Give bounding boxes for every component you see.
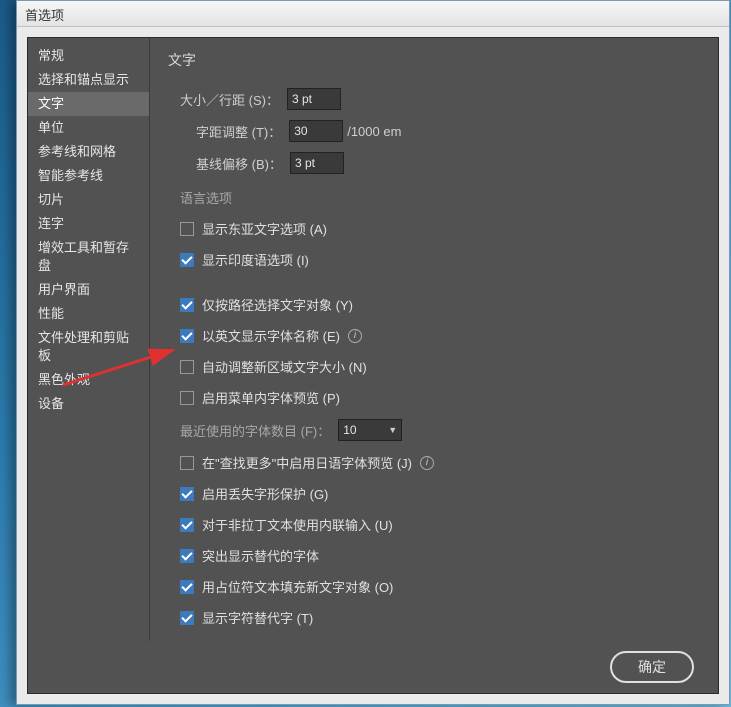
sidebar-item-file-clipboard[interactable]: 文件处理和剪贴板: [28, 326, 149, 368]
sidebar-item-selection[interactable]: 选择和锚点显示: [28, 68, 149, 92]
label-missing-glyph: 启用丢失字形保护 (G): [202, 484, 328, 503]
field-baseline: 基线偏移 (B)：: [168, 152, 700, 174]
label-show-alt-glyph: 显示字符替代字 (T): [202, 608, 313, 627]
window-title: 首选项: [25, 8, 64, 23]
label-auto-size-area: 自动调整新区域文字大小 (N): [202, 357, 367, 376]
sidebar-item-hyphenation[interactable]: 连字: [28, 212, 149, 236]
row-auto-size-area: 自动调整新区域文字大小 (N): [168, 351, 700, 382]
checkbox-east-asian[interactable]: [180, 222, 194, 236]
checkbox-show-alt-glyph[interactable]: [180, 611, 194, 625]
row-inline-input: 对于非拉丁文本使用内联输入 (U): [168, 509, 700, 540]
input-size-leading[interactable]: [287, 88, 341, 110]
select-recent-fonts[interactable]: 10 ▼: [338, 419, 402, 441]
checkbox-jp-preview[interactable]: [180, 456, 194, 470]
checkbox-inline-input[interactable]: [180, 518, 194, 532]
row-jp-preview: 在"查找更多"中启用日语字体预览 (J) i: [168, 447, 700, 478]
label-path-only: 仅按路径选择文字对象 (Y): [202, 295, 353, 314]
row-highlight-alt: 突出显示替代的字体: [168, 540, 700, 571]
input-tracking[interactable]: [289, 120, 343, 142]
sidebar-item-guides[interactable]: 参考线和网格: [28, 140, 149, 164]
info-icon[interactable]: i: [348, 329, 362, 343]
label-tracking: 字距调整 (T)：: [196, 122, 281, 141]
label-language-options: 语言选项: [180, 188, 700, 207]
label-size-leading: 大小／行距 (S)：: [180, 90, 279, 109]
row-english-fontname: 以英文显示字体名称 (E) i: [168, 320, 700, 351]
content-row: 常规 选择和锚点显示 文字 单位 参考线和网格 智能参考线 切片 连字 增效工具…: [28, 38, 718, 641]
preferences-dialog: 首选项 常规 选择和锚点显示 文字 单位 参考线和网格 智能参考线 切片 连字 …: [16, 0, 730, 705]
label-inline-input: 对于非拉丁文本使用内联输入 (U): [202, 515, 393, 534]
sidebar-item-black[interactable]: 黑色外观: [28, 368, 149, 392]
checkbox-indic[interactable]: [180, 253, 194, 267]
sidebar-item-performance[interactable]: 性能: [28, 302, 149, 326]
row-path-only: 仅按路径选择文字对象 (Y): [168, 289, 700, 320]
sidebar-item-type[interactable]: 文字: [28, 92, 149, 116]
titlebar: 首选项: [17, 1, 729, 27]
label-jp-preview: 在"查找更多"中启用日语字体预览 (J): [202, 453, 412, 472]
unit-tracking: /1000 em: [347, 124, 401, 139]
input-baseline[interactable]: [290, 152, 344, 174]
row-recent-fonts: 最近使用的字体数目 (F)： 10 ▼: [168, 413, 700, 447]
chevron-down-icon: ▼: [388, 425, 397, 435]
label-east-asian: 显示东亚文字选项 (A): [202, 219, 327, 238]
field-size-leading: 大小／行距 (S)：: [168, 88, 700, 110]
select-recent-fonts-value: 10: [343, 423, 356, 437]
checkbox-placeholder[interactable]: [180, 580, 194, 594]
panel-title: 文字: [168, 50, 700, 70]
row-indic: 显示印度语选项 (I): [168, 244, 700, 275]
field-tracking: 字距调整 (T)： /1000 em: [168, 120, 700, 142]
row-menu-preview: 启用菜单内字体预览 (P): [168, 382, 700, 413]
row-placeholder: 用占位符文本填充新文字对象 (O): [168, 571, 700, 602]
row-missing-glyph: 启用丢失字形保护 (G): [168, 478, 700, 509]
ok-button[interactable]: 确定: [610, 651, 694, 683]
row-show-alt-glyph: 显示字符替代字 (T): [168, 602, 700, 633]
info-icon[interactable]: i: [420, 456, 434, 470]
label-indic: 显示印度语选项 (I): [202, 250, 309, 269]
dialog-body: 常规 选择和锚点显示 文字 单位 参考线和网格 智能参考线 切片 连字 增效工具…: [27, 37, 719, 694]
sidebar-item-smart-guides[interactable]: 智能参考线: [28, 164, 149, 188]
label-highlight-alt: 突出显示替代的字体: [202, 546, 319, 565]
label-recent-fonts: 最近使用的字体数目 (F)：: [180, 421, 330, 440]
sidebar-item-units[interactable]: 单位: [28, 116, 149, 140]
main-panel: 文字 大小／行距 (S)： 字距调整 (T)： /1000 em 基线偏移 (B…: [150, 38, 718, 641]
label-baseline: 基线偏移 (B)：: [196, 154, 282, 173]
checkbox-path-only[interactable]: [180, 298, 194, 312]
sidebar-item-slices[interactable]: 切片: [28, 188, 149, 212]
sidebar: 常规 选择和锚点显示 文字 单位 参考线和网格 智能参考线 切片 连字 增效工具…: [28, 38, 150, 641]
sidebar-item-devices[interactable]: 设备: [28, 392, 149, 416]
checkbox-menu-preview[interactable]: [180, 391, 194, 405]
label-english-fontname: 以英文显示字体名称 (E): [202, 326, 340, 345]
sidebar-item-general[interactable]: 常规: [28, 44, 149, 68]
group-increments: 大小／行距 (S)： 字距调整 (T)： /1000 em 基线偏移 (B)： …: [168, 88, 700, 275]
footer: 确定: [28, 641, 718, 693]
checkbox-missing-glyph[interactable]: [180, 487, 194, 501]
label-menu-preview: 启用菜单内字体预览 (P): [202, 388, 340, 407]
checkbox-highlight-alt[interactable]: [180, 549, 194, 563]
label-placeholder: 用占位符文本填充新文字对象 (O): [202, 577, 393, 596]
row-east-asian: 显示东亚文字选项 (A): [168, 213, 700, 244]
sidebar-item-plugins[interactable]: 增效工具和暂存盘: [28, 236, 149, 278]
sidebar-item-ui[interactable]: 用户界面: [28, 278, 149, 302]
checkbox-english-fontname[interactable]: [180, 329, 194, 343]
checkbox-auto-size-area[interactable]: [180, 360, 194, 374]
